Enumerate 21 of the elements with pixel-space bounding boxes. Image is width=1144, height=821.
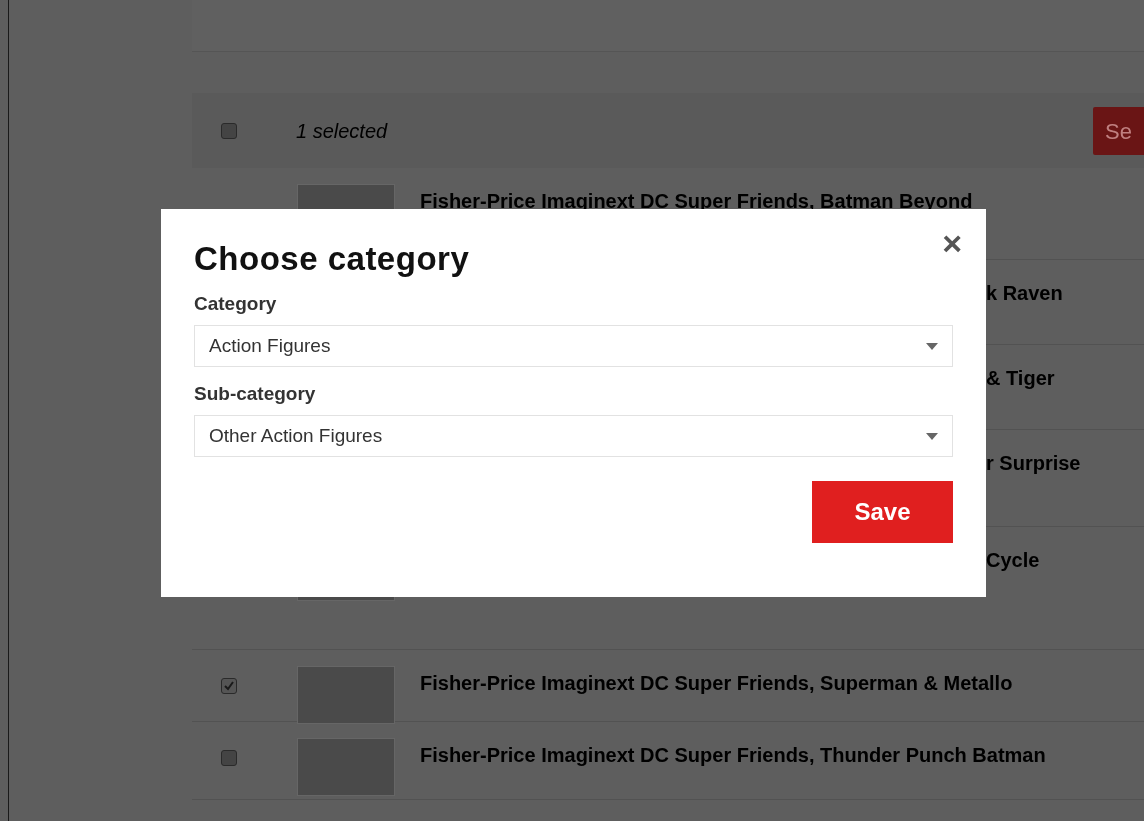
select-all-checkbox[interactable] — [221, 122, 237, 139]
product-title[interactable]: r Surprise — [986, 450, 1081, 476]
dropdown-caret-icon — [926, 342, 938, 350]
save-button[interactable]: Save — [812, 481, 953, 543]
product-title[interactable]: & Tiger — [986, 365, 1055, 391]
field-label: Sub-category — [194, 382, 317, 406]
category-dropdown[interactable]: Action Figures — [194, 325, 953, 367]
action-button[interactable]: Se — [1093, 107, 1144, 155]
row-checkbox[interactable] — [221, 678, 237, 694]
product-title[interactable]: Cycle — [986, 547, 1040, 573]
product-title[interactable]: k Raven — [986, 280, 1063, 306]
selection-count: 1 selected — [296, 118, 388, 144]
dropdown-caret-icon — [926, 432, 938, 440]
row-checkbox[interactable] — [221, 750, 237, 766]
dialog-title: Choose category — [194, 239, 471, 279]
close-button[interactable]: × — [942, 225, 962, 261]
product-title[interactable]: Fisher-Price Imaginext DC Super Friends, Thunder Punch Batman — [420, 742, 1046, 768]
category-dropdown[interactable]: Other Action Figures — [194, 415, 953, 457]
field-label: Category — [194, 292, 278, 316]
product-title[interactable]: Fisher-Price Imaginext DC Super Friends, Superman & Metallo — [420, 670, 1013, 696]
check-icon — [224, 681, 234, 691]
